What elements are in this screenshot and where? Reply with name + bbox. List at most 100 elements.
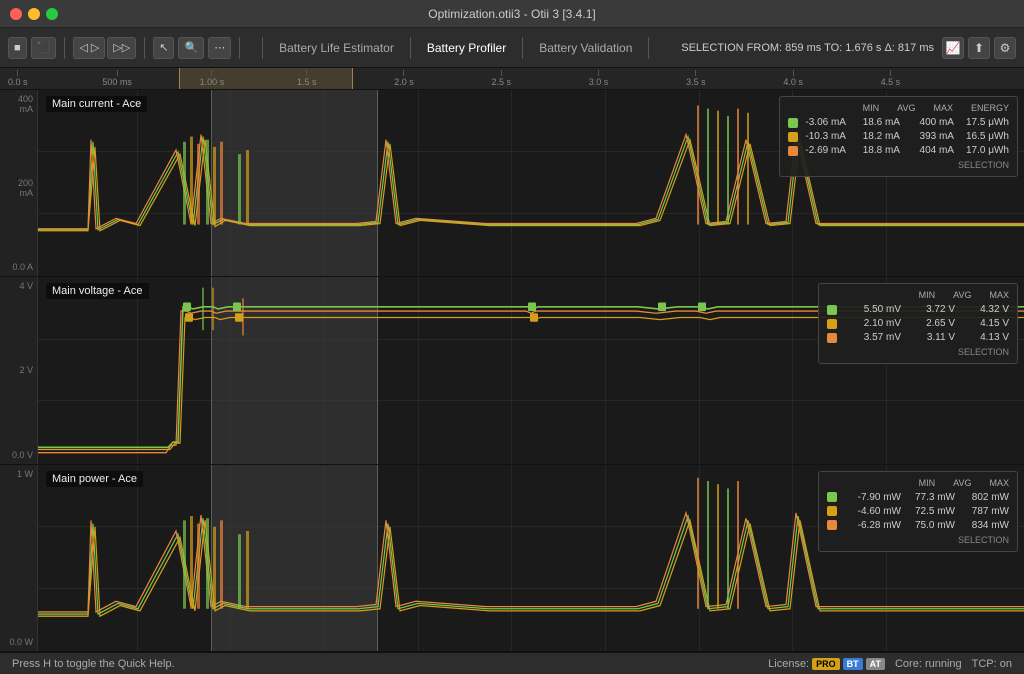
tab-battery-validation[interactable]: Battery Validation (523, 37, 649, 59)
export-icon[interactable]: ⬆ (968, 37, 990, 59)
legend-color-green-v (827, 305, 837, 315)
legend-vals-v0: 5.50 mV 3.72 V 4.32 V (843, 304, 1009, 315)
legend-selection: SELECTION (788, 160, 1009, 170)
legend-row-2: -2.69 mA 18.8 mA 404 mA 17.0 μWh (788, 145, 1009, 156)
y-label-1w: 1 W (4, 469, 33, 479)
legend-color-orange-v (827, 333, 837, 343)
legend-color-orange-p (827, 520, 837, 530)
chart-main-power: 1 W 0.0 W (0, 465, 1024, 652)
toolbar-separator-2 (144, 37, 145, 59)
core-status: Core: running (895, 658, 962, 670)
ruler-mark-2s: 2.0 s (394, 70, 414, 87)
legend-color-orange (788, 146, 798, 156)
legend-vals-v2: 3.57 mV 3.11 V 4.13 V (843, 332, 1009, 343)
toolbar: ■ ⬛ ◁ ▷ ▷▷ ↖ 🔍 ⋯ Battery Life Estimator … (0, 28, 1024, 68)
help-text: Press H to toggle the Quick Help. (12, 658, 175, 670)
toolbar-separator-3 (239, 37, 240, 59)
nav-group: ◁ ▷ ▷▷ (73, 37, 136, 59)
legend-vals-2: -2.69 mA 18.8 mA 404 mA 17.0 μWh (804, 145, 1009, 156)
tab-battery-profiler[interactable]: Battery Profiler (411, 37, 523, 59)
legend-vals-v1: 2.10 mV 2.65 V 4.15 V (843, 318, 1009, 329)
statusbar-right: License: PRO BT AT Core: running TCP: on (768, 658, 1012, 670)
chart-current-body[interactable]: Main current - Ace MIN AVG MAX ENERGY -3… (38, 90, 1024, 276)
legend-row-v0: 5.50 mV 3.72 V 4.32 V (827, 304, 1009, 315)
tab-battery-life-estimator[interactable]: Battery Life Estimator (262, 37, 411, 59)
badge-at: AT (866, 658, 885, 670)
chart-current-legend: MIN AVG MAX ENERGY -3.06 mA 18.6 mA 400 … (779, 96, 1018, 177)
ruler-mark-2-5s: 2.5 s (492, 70, 512, 87)
legend-row-v2: 3.57 mV 3.11 V 4.13 V (827, 332, 1009, 343)
ruler-mark-1s: 1.00 s (200, 70, 225, 87)
close-button[interactable] (10, 8, 22, 20)
legend-vals-0: -3.06 mA 18.6 mA 400 mA 17.5 μWh (804, 117, 1009, 128)
y-label-4v: 4 V (4, 281, 33, 291)
ruler-mark-1-5s: 1.5 s (297, 70, 317, 87)
legend-row-p0: -7.90 mW 77.3 mW 802 mW (827, 492, 1009, 503)
record-button[interactable]: ⬛ (31, 37, 57, 59)
ruler-mark-4s: 4.0 s (783, 70, 803, 87)
legend-color-yellow-p (827, 506, 837, 516)
window-controls (10, 8, 58, 20)
y-label-400ma: 400 mA (4, 94, 33, 114)
chart-voltage-legend: MIN AVG MAX 5.50 mV 3.72 V 4.32 V 2.10 m… (818, 283, 1018, 364)
ruler-mark-3s: 3.0 s (589, 70, 609, 87)
toolbar-right: SELECTION FROM: 859 ms TO: 1.676 s Δ: 81… (681, 37, 1016, 59)
ruler-mark-3-5s: 3.5 s (686, 70, 706, 87)
charts-area: 400 mA 200 mA 0.0 A (0, 90, 1024, 652)
y-label-2v: 2 V (4, 365, 33, 375)
legend-selection-p: SELECTION (827, 535, 1009, 545)
legend-selection-v: SELECTION (827, 347, 1009, 357)
statusbar: Press H to toggle the Quick Help. Licens… (0, 652, 1024, 674)
chart-current-label: Main current - Ace (46, 96, 147, 112)
window-title: Optimization.otii3 - Otii 3 [3.4.1] (428, 7, 595, 21)
chart-voltage-y-axis: 4 V 2 V 0.0 V (0, 277, 38, 463)
back-button[interactable]: ◁ ▷ (73, 37, 105, 59)
legend-header-p: MIN AVG MAX (827, 478, 1009, 488)
ruler-mark-0: 0.0 s (8, 70, 28, 87)
legend-vals-p0: -7.90 mW 77.3 mW 802 mW (843, 492, 1009, 503)
legend-row-v1: 2.10 mV 2.65 V 4.15 V (827, 318, 1009, 329)
license-label: License: (768, 658, 809, 670)
y-label-0a: 0.0 A (4, 262, 33, 272)
selection-label: SELECTION (681, 42, 743, 54)
chart-main-current: 400 mA 200 mA 0.0 A (0, 90, 1024, 277)
forward-button[interactable]: ▷▷ (107, 37, 136, 59)
chart-current-y-axis: 400 mA 200 mA 0.0 A (0, 90, 38, 276)
chart-icon[interactable]: 📈 (942, 37, 964, 59)
maximize-button[interactable] (46, 8, 58, 20)
chart-voltage-body[interactable]: Main voltage - Ace MIN AVG MAX 5.50 mV 3… (38, 277, 1024, 463)
legend-color-yellow (788, 132, 798, 142)
chart-power-legend: MIN AVG MAX -7.90 mW 77.3 mW 802 mW -4.6… (818, 471, 1018, 552)
selection-delta: Δ: 817 ms (884, 42, 934, 54)
legend-vals-1: -10.3 mA 18.2 mA 393 mA 16.5 μWh (804, 131, 1009, 142)
selection-from: FROM: 859 ms (747, 42, 822, 54)
ruler-mark-500ms: 500 ms (102, 70, 132, 87)
toolbar-right-icons: 📈 ⬆ ⚙ (942, 37, 1016, 59)
chart-voltage-label: Main voltage - Ace (46, 283, 149, 299)
legend-vals-p2: -6.28 mW 75.0 mW 834 mW (843, 520, 1009, 531)
legend-vals-p1: -4.60 mW 72.5 mW 787 mW (843, 506, 1009, 517)
tcp-status: TCP: on (972, 658, 1012, 670)
titlebar: Optimization.otii3 - Otii 3 [3.4.1] (0, 0, 1024, 28)
chart-power-label: Main power - Ace (46, 471, 143, 487)
legend-row-0: -3.06 mA 18.6 mA 400 mA 17.5 μWh (788, 117, 1009, 128)
ruler-marks: 0.0 s 500 ms 1.00 s 1.5 s 2.0 s 2.5 s 3.… (0, 68, 1024, 89)
legend-row-p1: -4.60 mW 72.5 mW 787 mW (827, 506, 1009, 517)
zoom-tool[interactable]: 🔍 (178, 37, 204, 59)
timeline-ruler: 0.0 s 500 ms 1.00 s 1.5 s 2.0 s 2.5 s 3.… (0, 68, 1024, 90)
legend-header-v: MIN AVG MAX (827, 290, 1009, 300)
y-label-200ma: 200 mA (4, 178, 33, 198)
minimize-button[interactable] (28, 8, 40, 20)
ruler-mark-4-5s: 4.5 s (881, 70, 901, 87)
selection-to: TO: 1.676 s (824, 42, 881, 54)
y-label-0w: 0.0 W (4, 637, 33, 647)
legend-header: MIN AVG MAX ENERGY (788, 103, 1009, 113)
settings-icon[interactable]: ⚙ (994, 37, 1016, 59)
stop-button[interactable]: ■ (8, 37, 27, 59)
chart-power-body[interactable]: Main power - Ace MIN AVG MAX -7.90 mW 77… (38, 465, 1024, 651)
license-section: License: PRO BT AT (768, 658, 885, 670)
legend-row-1: -10.3 mA 18.2 mA 393 mA 16.5 μWh (788, 131, 1009, 142)
more-tool[interactable]: ⋯ (208, 37, 231, 59)
cursor-tool[interactable]: ↖ (153, 37, 174, 59)
nav-tabs: Battery Life Estimator Battery Profiler … (262, 37, 649, 59)
